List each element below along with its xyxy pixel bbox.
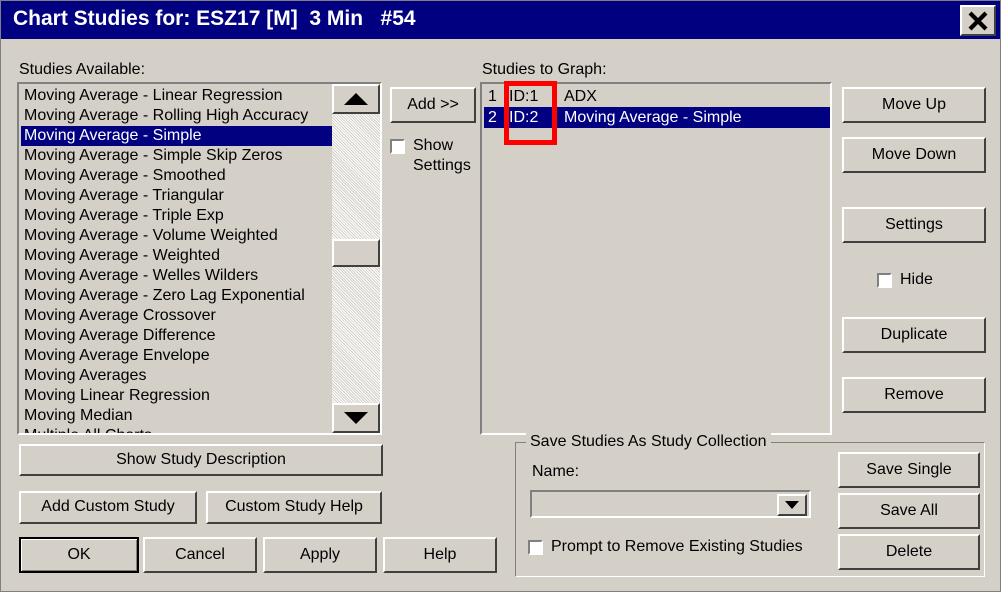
collection-name-dropdown-button[interactable] xyxy=(777,494,807,516)
show-settings-checkbox[interactable]: Show Settings xyxy=(390,136,471,176)
name-label: Name: xyxy=(532,463,580,480)
move-down-button[interactable]: Move Down xyxy=(842,137,986,173)
remove-button[interactable]: Remove xyxy=(842,377,986,413)
save-single-button[interactable]: Save Single xyxy=(838,452,980,488)
hide-checkbox[interactable]: Hide xyxy=(877,270,933,290)
add-custom-study-button[interactable]: Add Custom Study xyxy=(19,491,197,524)
collection-name-combobox[interactable] xyxy=(530,490,811,518)
hide-checkbox-box[interactable] xyxy=(877,273,892,288)
delete-button[interactable]: Delete xyxy=(838,534,980,570)
help-button[interactable]: Help xyxy=(383,537,497,573)
list-item[interactable]: Moving Average - Simple Skip Zeros xyxy=(21,146,333,166)
prompt-remove-checkbox-box[interactable] xyxy=(528,540,543,555)
move-up-button[interactable]: Move Up xyxy=(842,87,986,123)
studies-available-list[interactable]: Moving Average - Linear Regression Moving… xyxy=(21,86,333,433)
triangle-down-icon xyxy=(785,501,799,509)
add-button[interactable]: Add >> xyxy=(390,87,476,123)
row-study-id: ID:1 xyxy=(509,88,539,105)
hide-label: Hide xyxy=(900,271,933,288)
save-all-button[interactable]: Save All xyxy=(838,493,980,529)
show-settings-checkbox-box[interactable] xyxy=(390,139,405,154)
table-row[interactable]: 2 ID:2 Moving Average - Simple xyxy=(484,107,830,128)
title-bar: Chart Studies for: ESZ17 [M] 3 Min #54 xyxy=(1,1,1000,39)
close-button[interactable] xyxy=(960,5,996,36)
scroll-thumb[interactable] xyxy=(332,239,380,267)
list-item[interactable]: Moving Average - Welles Wilders xyxy=(21,266,333,286)
row-number: 1 xyxy=(488,88,497,105)
prompt-remove-label: Prompt to Remove Existing Studies xyxy=(551,538,803,555)
list-item[interactable]: Moving Average Difference xyxy=(21,326,333,346)
studies-to-graph-list[interactable]: 1 ID:1 ADX 2 ID:2 Moving Average - Simple xyxy=(484,86,830,433)
studies-available-scrollbar[interactable] xyxy=(332,84,380,433)
triangle-up-icon xyxy=(344,93,368,105)
list-item[interactable]: Multiple All Charts xyxy=(21,426,333,433)
triangle-down-icon xyxy=(344,412,368,424)
scroll-down-button[interactable] xyxy=(332,403,380,433)
apply-button[interactable]: Apply xyxy=(263,537,377,573)
studies-available-label: Studies Available: xyxy=(19,61,146,78)
list-item[interactable]: Moving Average - Volume Weighted xyxy=(21,226,333,246)
list-item[interactable]: Moving Averages xyxy=(21,366,333,386)
list-item[interactable]: Moving Average - Weighted xyxy=(21,246,333,266)
row-study-id: ID:2 xyxy=(509,109,539,126)
show-study-description-button[interactable]: Show Study Description xyxy=(19,444,383,476)
settings-button[interactable]: Settings xyxy=(842,207,986,243)
table-row[interactable]: 1 ID:1 ADX xyxy=(484,86,830,107)
list-item[interactable]: Moving Average Crossover xyxy=(21,306,333,326)
custom-study-help-button[interactable]: Custom Study Help xyxy=(206,491,382,524)
window-title: Chart Studies for: ESZ17 [M] 3 Min #54 xyxy=(13,7,416,30)
list-item[interactable]: Moving Linear Regression xyxy=(21,386,333,406)
collection-name-input[interactable] xyxy=(534,494,779,516)
list-item[interactable]: Moving Average - Triangular xyxy=(21,186,333,206)
row-study-name: ADX xyxy=(564,88,597,105)
show-settings-label: Show Settings xyxy=(413,137,471,174)
close-x-icon xyxy=(968,11,988,31)
studies-to-graph-listbox[interactable]: 1 ID:1 ADX 2 ID:2 Moving Average - Simple xyxy=(480,82,832,435)
scroll-up-button[interactable] xyxy=(332,84,380,114)
list-item[interactable]: Moving Average - Simple xyxy=(21,126,333,146)
row-study-name: Moving Average - Simple xyxy=(564,109,742,126)
list-item[interactable]: Moving Average - Triple Exp xyxy=(21,206,333,226)
cancel-button[interactable]: Cancel xyxy=(143,537,257,573)
list-item[interactable]: Moving Median xyxy=(21,406,333,426)
studies-to-graph-label: Studies to Graph: xyxy=(482,61,607,78)
list-item[interactable]: Moving Average - Linear Regression xyxy=(21,86,333,106)
list-item[interactable]: Moving Average - Rolling High Accuracy xyxy=(21,106,333,126)
list-item[interactable]: Moving Average - Zero Lag Exponential xyxy=(21,286,333,306)
chart-studies-dialog: Chart Studies for: ESZ17 [M] 3 Min #54 S… xyxy=(0,0,1001,592)
list-item[interactable]: Moving Average - Smoothed xyxy=(21,166,333,186)
duplicate-button[interactable]: Duplicate xyxy=(842,317,986,353)
ok-button[interactable]: OK xyxy=(19,537,139,573)
studies-available-listbox[interactable]: Moving Average - Linear Regression Moving… xyxy=(17,82,382,435)
prompt-remove-checkbox[interactable]: Prompt to Remove Existing Studies xyxy=(528,537,803,557)
row-number: 2 xyxy=(488,109,497,126)
save-studies-group-title: Save Studies As Study Collection xyxy=(526,433,771,451)
list-item[interactable]: Moving Average Envelope xyxy=(21,346,333,366)
